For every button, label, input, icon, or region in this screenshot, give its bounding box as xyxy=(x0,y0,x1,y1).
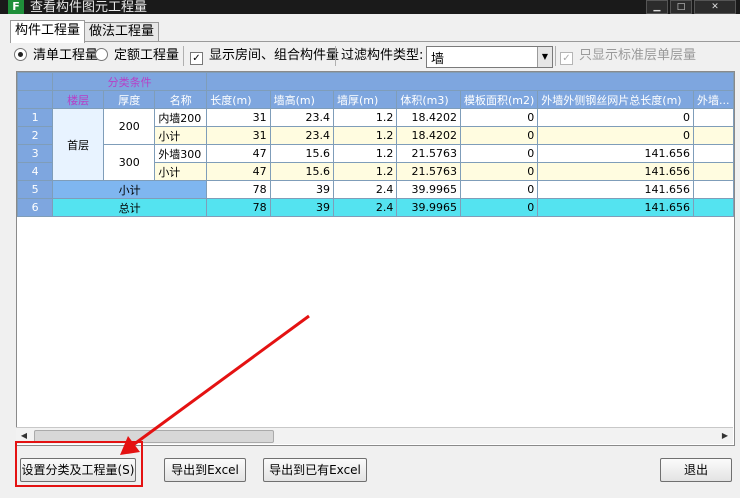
annotation-arrow-icon xyxy=(120,314,310,455)
tab-component-quantity[interactable]: 构件工程量 xyxy=(10,20,86,43)
